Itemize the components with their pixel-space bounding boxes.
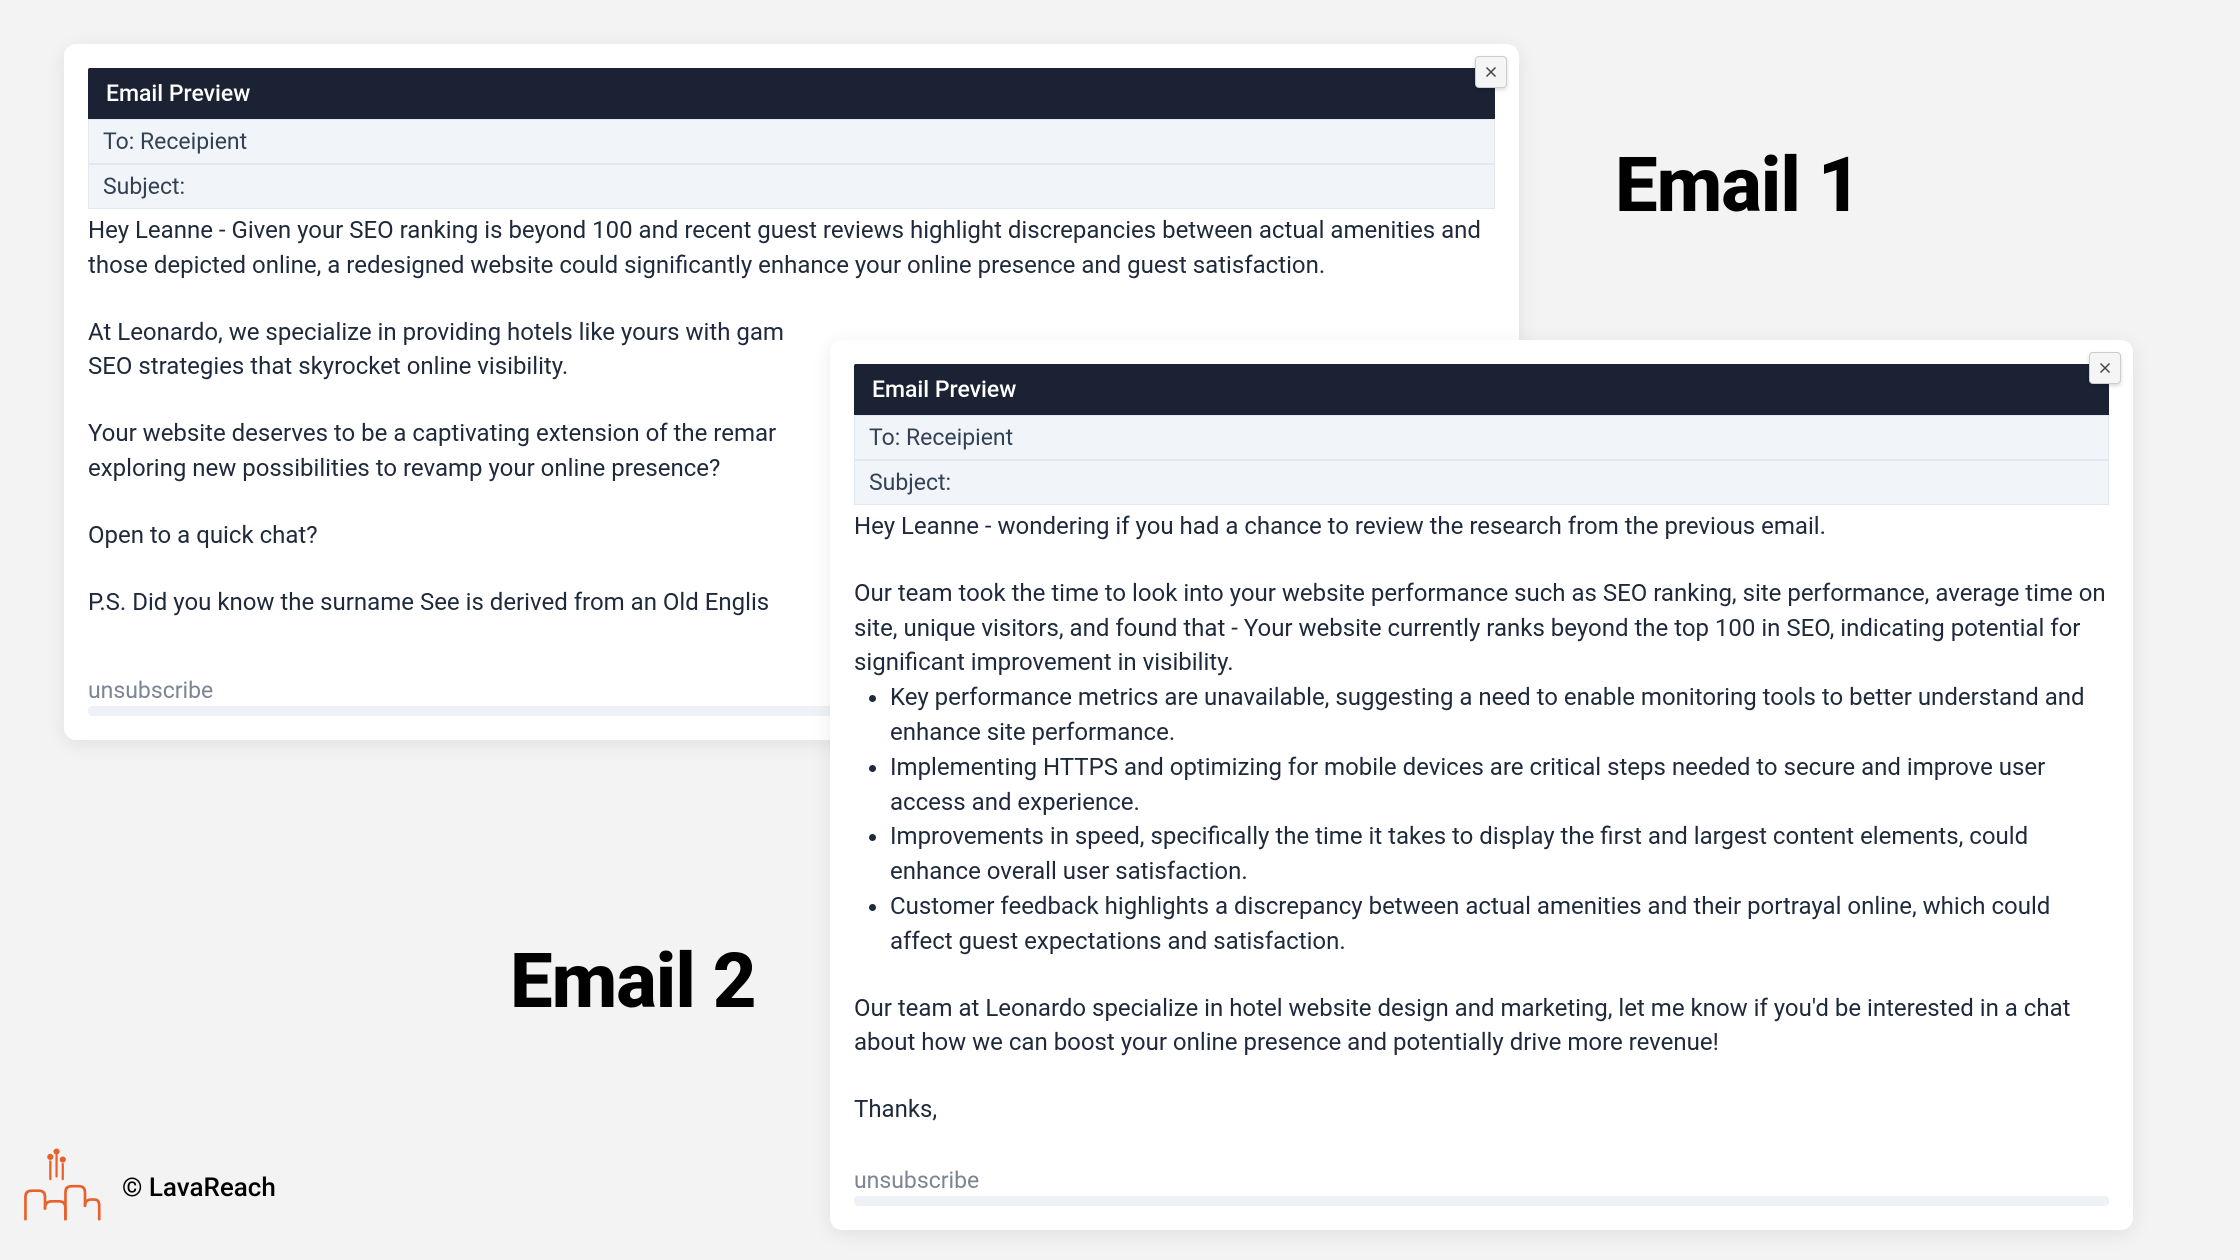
email-paragraph: Hey Leanne - Given your SEO ranking is b… [88, 213, 1495, 283]
email-subject-field: Subject: [854, 460, 2109, 505]
email-bullet-list: Key performance metrics are unavailable,… [882, 680, 2109, 958]
email-to-field: To: Receipient [88, 119, 1495, 164]
lavareach-logo-icon [16, 1148, 106, 1228]
footer-copyright: © LavaReach [122, 1173, 276, 1203]
email-bullet-item: Key performance metrics are unavailable,… [890, 680, 2109, 750]
email-bullet-item: Customer feedback highlights a discrepan… [890, 889, 2109, 959]
email-body: Hey Leanne - wondering if you had a chan… [854, 505, 2109, 1127]
email-preview-card-2: Email Preview To: Receipient Subject: He… [830, 340, 2133, 1230]
email-bullet-item: Implementing HTTPS and optimizing for mo… [890, 750, 2109, 820]
email-2-label: Email 2 [510, 936, 756, 1026]
close-button[interactable] [1475, 56, 1507, 88]
unsubscribe-link[interactable]: unsubscribe [854, 1167, 2109, 1194]
close-icon [2096, 359, 2114, 377]
progress-bar [854, 1196, 2109, 1206]
email-paragraph: Hey Leanne - wondering if you had a chan… [854, 509, 2109, 544]
footer: © LavaReach [16, 1148, 276, 1228]
email-to-field: To: Receipient [854, 415, 2109, 460]
email-paragraph: Our team at Leonardo specialize in hotel… [854, 991, 2109, 1061]
close-button[interactable] [2089, 352, 2121, 384]
email-1-label: Email 1 [1615, 140, 1861, 230]
email-paragraph: Thanks, [854, 1092, 2109, 1127]
email-subject-field: Subject: [88, 164, 1495, 209]
close-icon [1482, 63, 1500, 81]
email-paragraph: Our team took the time to look into your… [854, 576, 2109, 680]
email-bullet-item: Improvements in speed, specifically the … [890, 819, 2109, 889]
email-preview-header: Email Preview [854, 364, 2109, 415]
email-preview-header: Email Preview [88, 68, 1495, 119]
